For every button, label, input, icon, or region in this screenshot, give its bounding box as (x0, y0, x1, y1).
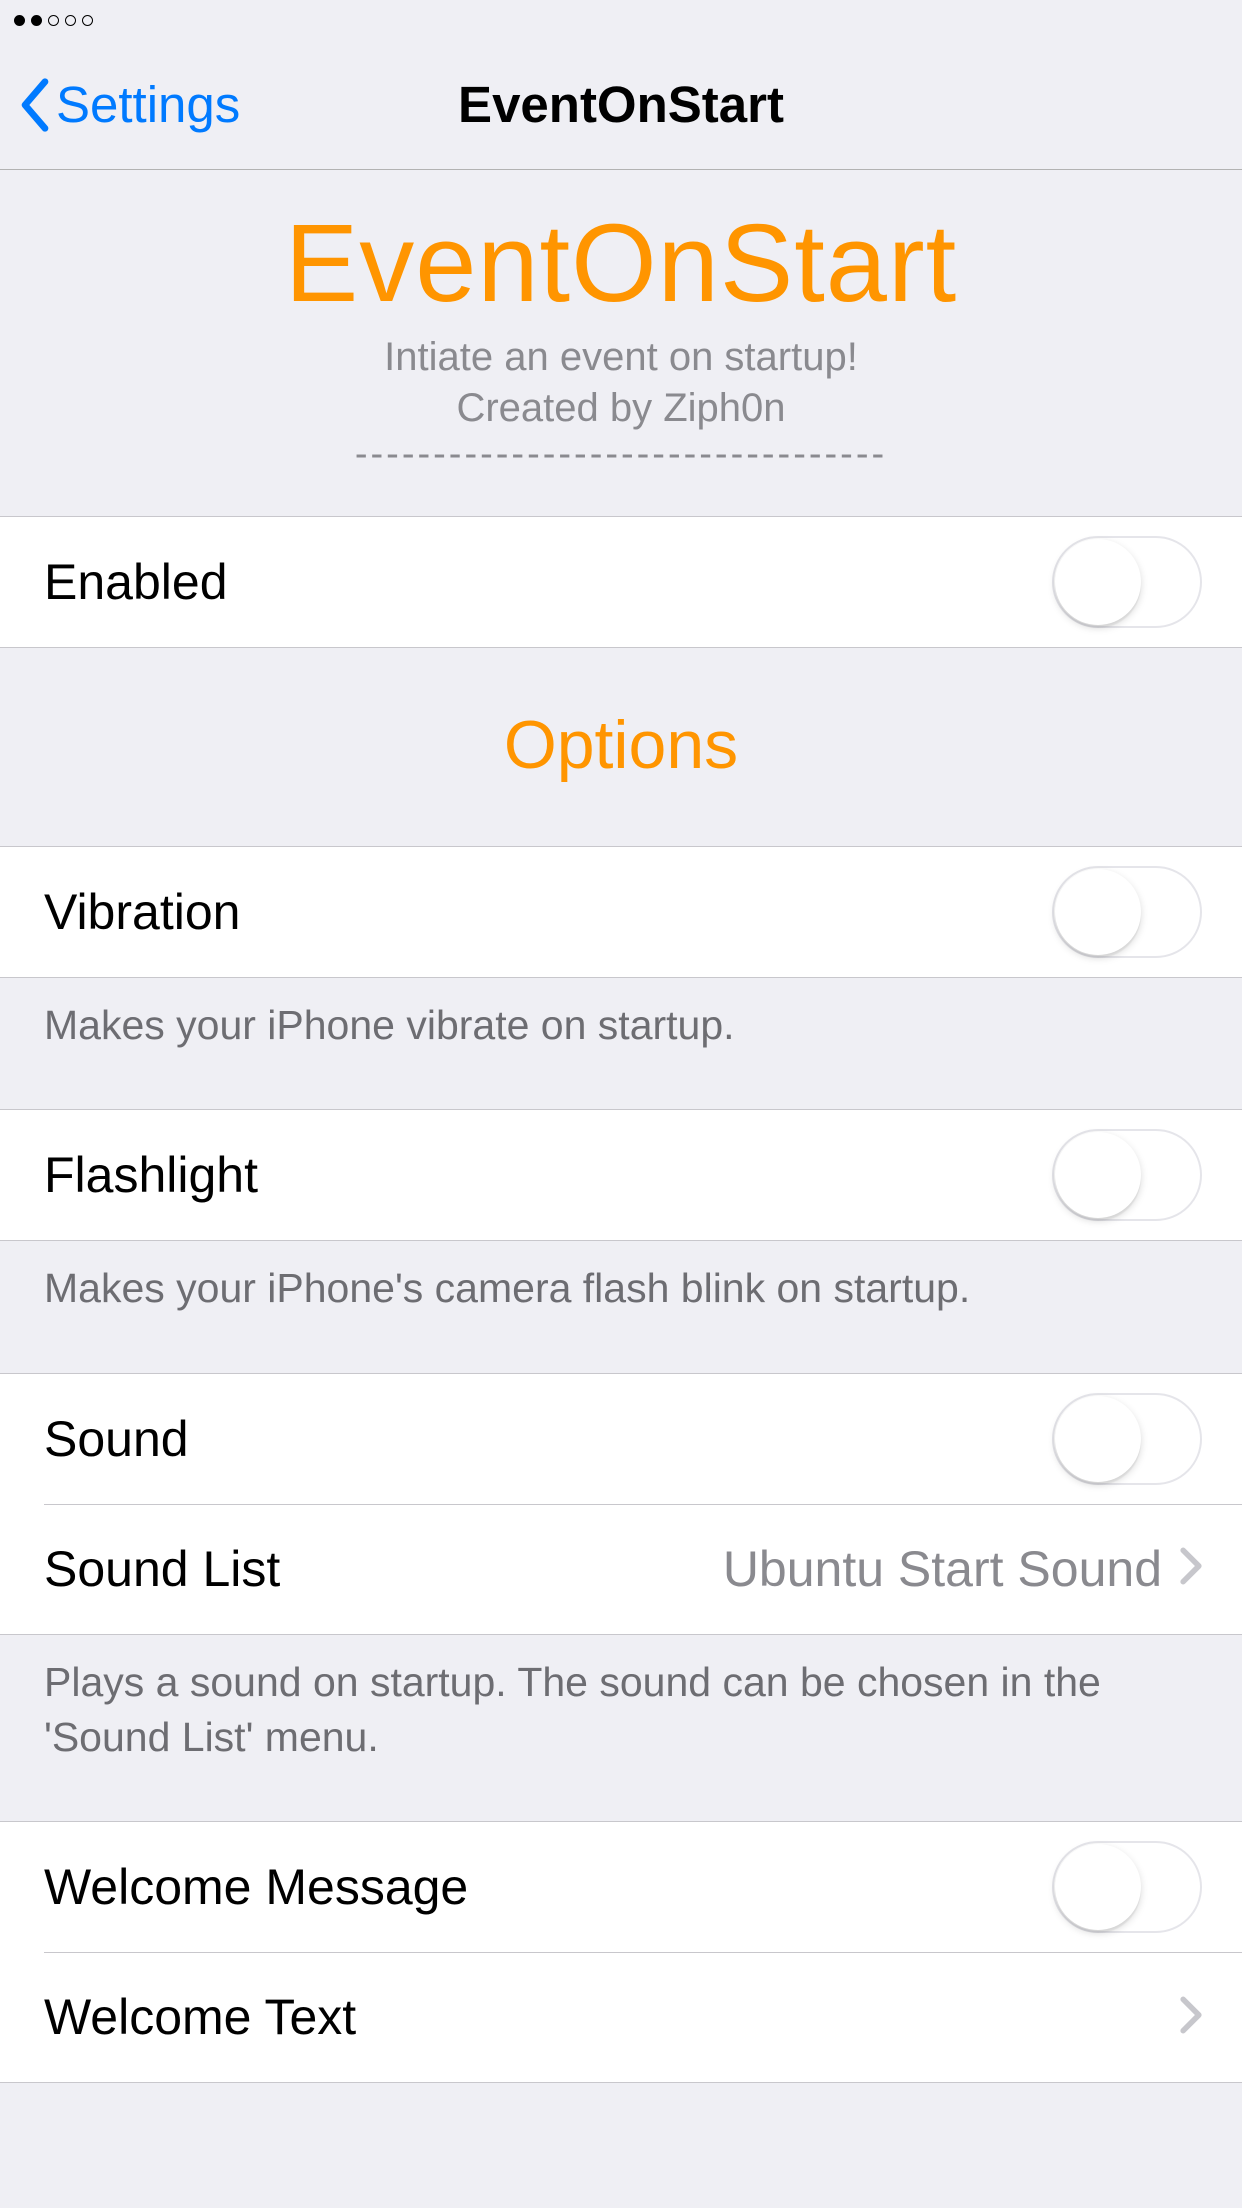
page-title: EventOnStart (458, 75, 784, 134)
enabled-toggle[interactable] (1052, 536, 1202, 628)
header-section: EventOnStart Intiate an event on startup… (0, 170, 1242, 516)
vibration-label: Vibration (44, 883, 1052, 941)
welcome-text-label: Welcome Text (44, 1988, 1162, 2046)
back-label: Settings (56, 75, 240, 134)
app-divider: ---------------------------------- (0, 433, 1242, 476)
welcome-message-label: Welcome Message (44, 1858, 1052, 1916)
vibration-group: Vibration (0, 846, 1242, 978)
welcome-message-cell[interactable]: Welcome Message (0, 1822, 1242, 1952)
enabled-label: Enabled (44, 553, 1052, 611)
enabled-cell[interactable]: Enabled (0, 517, 1242, 647)
sound-list-label: Sound List (44, 1540, 723, 1598)
welcome-message-toggle[interactable] (1052, 1841, 1202, 1933)
status-bar (0, 0, 1242, 40)
sound-list-cell[interactable]: Sound List Ubuntu Start Sound (0, 1504, 1242, 1634)
toggle-knob (1055, 869, 1141, 955)
signal-dot-icon (48, 15, 59, 26)
flashlight-toggle[interactable] (1052, 1129, 1202, 1221)
chevron-right-icon (1180, 1996, 1202, 2039)
signal-dot-icon (31, 15, 42, 26)
signal-dot-icon (65, 15, 76, 26)
welcome-group: Welcome Message Welcome Text (0, 1821, 1242, 2083)
sound-cell[interactable]: Sound (0, 1374, 1242, 1504)
options-header: Options (0, 648, 1242, 846)
welcome-text-cell[interactable]: Welcome Text (0, 1952, 1242, 2082)
flashlight-footer: Makes your iPhone's camera flash blink o… (0, 1241, 1242, 1372)
app-title: EventOnStart (0, 200, 1242, 327)
toggle-knob (1055, 539, 1141, 625)
sound-label: Sound (44, 1410, 1052, 1468)
sound-toggle[interactable] (1052, 1393, 1202, 1485)
sound-footer: Plays a sound on startup. The sound can … (0, 1635, 1242, 1822)
toggle-knob (1055, 1844, 1141, 1930)
app-subtitle: Intiate an event on startup! (0, 335, 1242, 380)
sound-list-value: Ubuntu Start Sound (723, 1540, 1162, 1598)
vibration-cell[interactable]: Vibration (0, 847, 1242, 977)
toggle-knob (1055, 1396, 1141, 1482)
chevron-left-icon (20, 78, 50, 132)
flashlight-cell[interactable]: Flashlight (0, 1110, 1242, 1240)
signal-dot-icon (82, 15, 93, 26)
sound-group: Sound Sound List Ubuntu Start Sound (0, 1373, 1242, 1635)
signal-dot-icon (14, 15, 25, 26)
vibration-toggle[interactable] (1052, 866, 1202, 958)
app-author: Created by Ziph0n (0, 386, 1242, 431)
vibration-footer: Makes your iPhone vibrate on startup. (0, 978, 1242, 1109)
enabled-group: Enabled (0, 516, 1242, 648)
toggle-knob (1055, 1132, 1141, 1218)
flashlight-group: Flashlight (0, 1109, 1242, 1241)
navigation-bar: Settings EventOnStart (0, 40, 1242, 170)
flashlight-label: Flashlight (44, 1146, 1052, 1204)
chevron-right-icon (1180, 1547, 1202, 1590)
back-button[interactable]: Settings (20, 75, 240, 134)
